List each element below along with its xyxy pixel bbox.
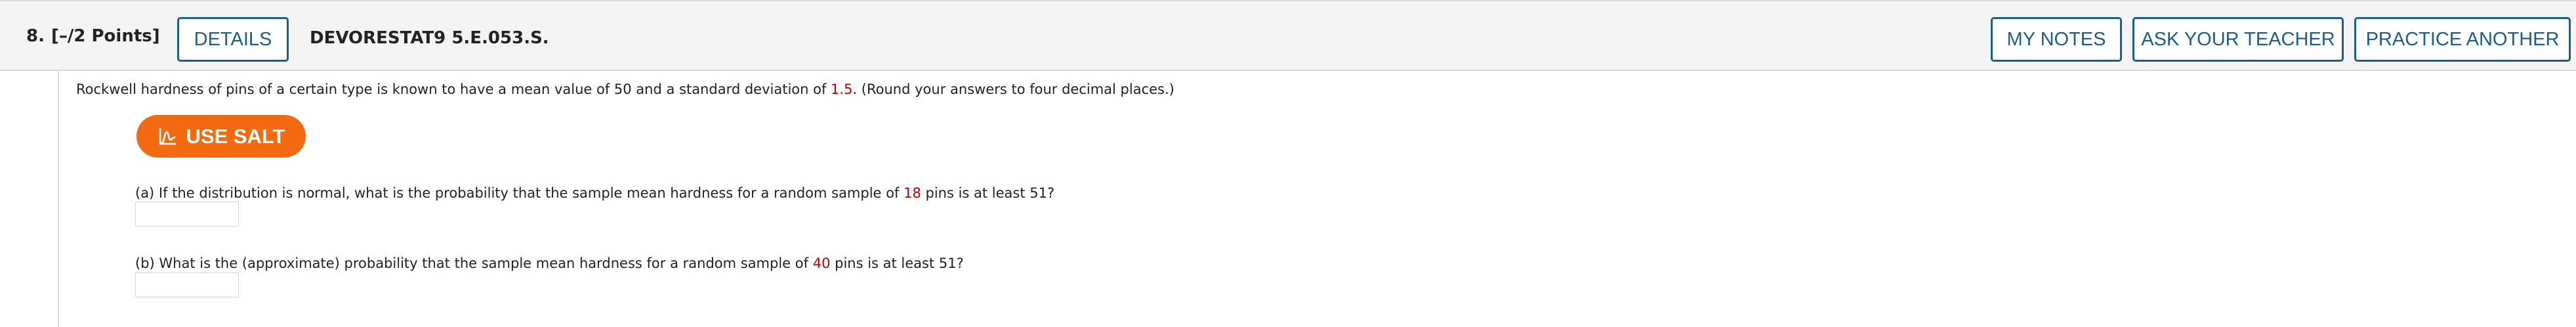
- part-a-question: (a) If the distribution is normal, what …: [135, 185, 1054, 201]
- part-b-text-end: pins is at least 51?: [830, 255, 964, 271]
- part-b-text: (b) What is the (approximate) probabilit…: [135, 255, 813, 271]
- question-points: [–/2 Points]: [51, 26, 160, 46]
- left-divider: [58, 71, 59, 327]
- salt-chart-icon: [157, 127, 177, 146]
- intro-text: Rockwell hardness of pins of a certain t…: [76, 81, 831, 97]
- part-b-answer-field[interactable]: [135, 272, 239, 297]
- details-button[interactable]: DETAILS: [177, 17, 289, 62]
- my-notes-button[interactable]: MY NOTES: [1991, 17, 2122, 62]
- intro-instruction: . (Round your answers to four decimal pl…: [852, 81, 1174, 97]
- question-intro: Rockwell hardness of pins of a certain t…: [76, 81, 1174, 97]
- part-a-text: (a) If the distribution is normal, what …: [135, 185, 904, 201]
- question-header: 8. [–/2 Points] DETAILS DEVORESTAT9 5.E.0…: [0, 0, 2576, 71]
- ask-teacher-button[interactable]: ASK YOUR TEACHER: [2132, 17, 2344, 62]
- standard-deviation-value: 1.5: [831, 81, 853, 97]
- practice-another-button[interactable]: PRACTICE ANOTHER: [2354, 17, 2571, 62]
- part-a-text-end: pins is at least 51?: [921, 185, 1055, 201]
- use-salt-label: USE SALT: [186, 124, 285, 148]
- assignment-code: DEVORESTAT9 5.E.053.S.: [310, 28, 549, 48]
- use-salt-button[interactable]: USE SALT: [136, 115, 306, 158]
- question-number-label: 8.: [26, 26, 45, 46]
- part-a-sample-size: 18: [904, 185, 921, 201]
- part-b-sample-size: 40: [812, 255, 831, 271]
- part-a-answer-field[interactable]: [135, 202, 239, 227]
- part-b-question: (b) What is the (approximate) probabilit…: [135, 255, 964, 271]
- question-number: 8. [–/2 Points]: [26, 26, 160, 46]
- question-container: 8. [–/2 Points] DETAILS DEVORESTAT9 5.E.0…: [0, 0, 2576, 327]
